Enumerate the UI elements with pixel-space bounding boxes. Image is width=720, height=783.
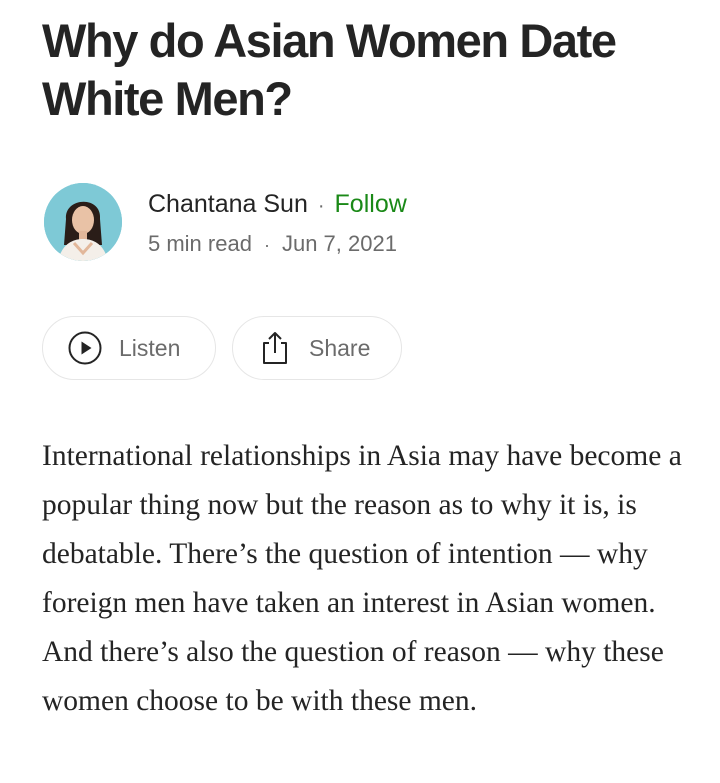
play-circle-icon <box>67 330 103 366</box>
read-time: 5 min read <box>148 231 252 256</box>
author-name[interactable]: Chantana Sun <box>148 190 308 218</box>
share-icon <box>259 330 291 366</box>
article-title: Why do Asian Women Date White Men? <box>42 14 617 125</box>
author-row: Chantana Sun · Follow 5 min read · Jun 7, 20… <box>44 183 684 263</box>
meta-separator: · <box>317 195 325 217</box>
share-label: Share <box>309 334 371 361</box>
publish-date: Jun 7, 2021 <box>281 231 397 256</box>
meta-separator: · <box>263 235 270 255</box>
article-paragraph: International relationships in Asia may … <box>42 440 682 717</box>
share-button[interactable]: Share <box>232 316 402 380</box>
listen-button[interactable]: Listen <box>42 316 216 380</box>
author-avatar[interactable] <box>44 183 122 261</box>
follow-button[interactable]: Follow <box>335 190 407 218</box>
listen-label: Listen <box>119 334 181 361</box>
